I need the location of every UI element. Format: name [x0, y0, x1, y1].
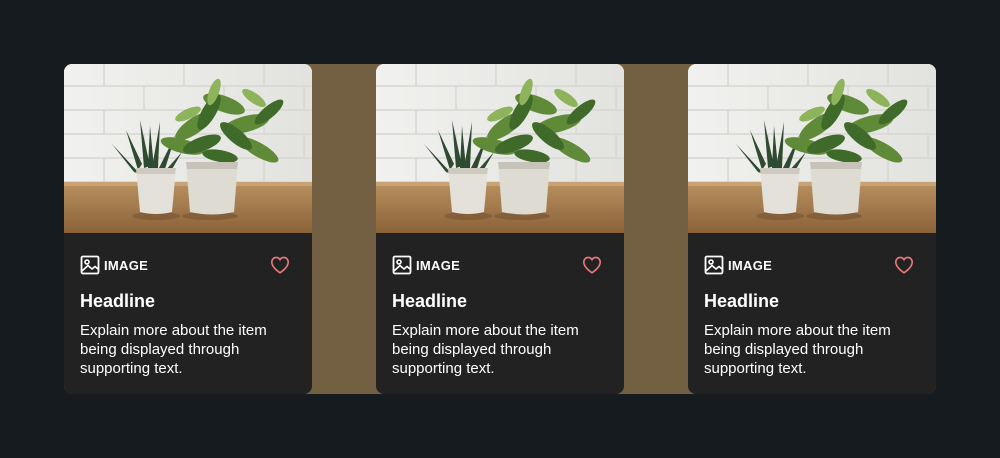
card-type: IMAGE: [392, 255, 460, 275]
image-icon: [392, 255, 412, 275]
plant-photo: [376, 64, 624, 233]
content-card[interactable]: IMAGE Headline Explain more about the it…: [64, 64, 312, 394]
card-description: Explain more about the item being displa…: [392, 322, 579, 377]
plant-photo: [688, 64, 936, 233]
heart-icon: [582, 256, 602, 274]
content-card[interactable]: IMAGE Headline Explain more about the it…: [688, 64, 936, 394]
card-headline: Headline: [392, 291, 468, 311]
image-icon: [704, 255, 724, 275]
image-icon: [80, 255, 100, 275]
card-type-label: IMAGE: [104, 257, 149, 273]
content-card[interactable]: IMAGE Headline Explain more about the it…: [376, 64, 624, 394]
card-type-label: IMAGE: [416, 257, 461, 273]
favorite-button[interactable]: [581, 254, 603, 276]
card-image: [64, 64, 312, 233]
card-image: [688, 64, 936, 233]
heart-icon: [270, 256, 290, 274]
card-headline: Headline: [80, 291, 156, 311]
card-description: Explain more about the item being displa…: [704, 322, 891, 377]
card-image: [376, 64, 624, 233]
card-headline: Headline: [704, 291, 780, 311]
card-description: Explain more about the item being displa…: [80, 322, 267, 377]
heart-icon: [894, 256, 914, 274]
card-type: IMAGE: [80, 255, 148, 275]
favorite-button[interactable]: [893, 254, 915, 276]
card-type: IMAGE: [704, 255, 772, 275]
plant-photo: [64, 64, 312, 233]
card-type-label: IMAGE: [728, 257, 773, 273]
favorite-button[interactable]: [269, 254, 291, 276]
